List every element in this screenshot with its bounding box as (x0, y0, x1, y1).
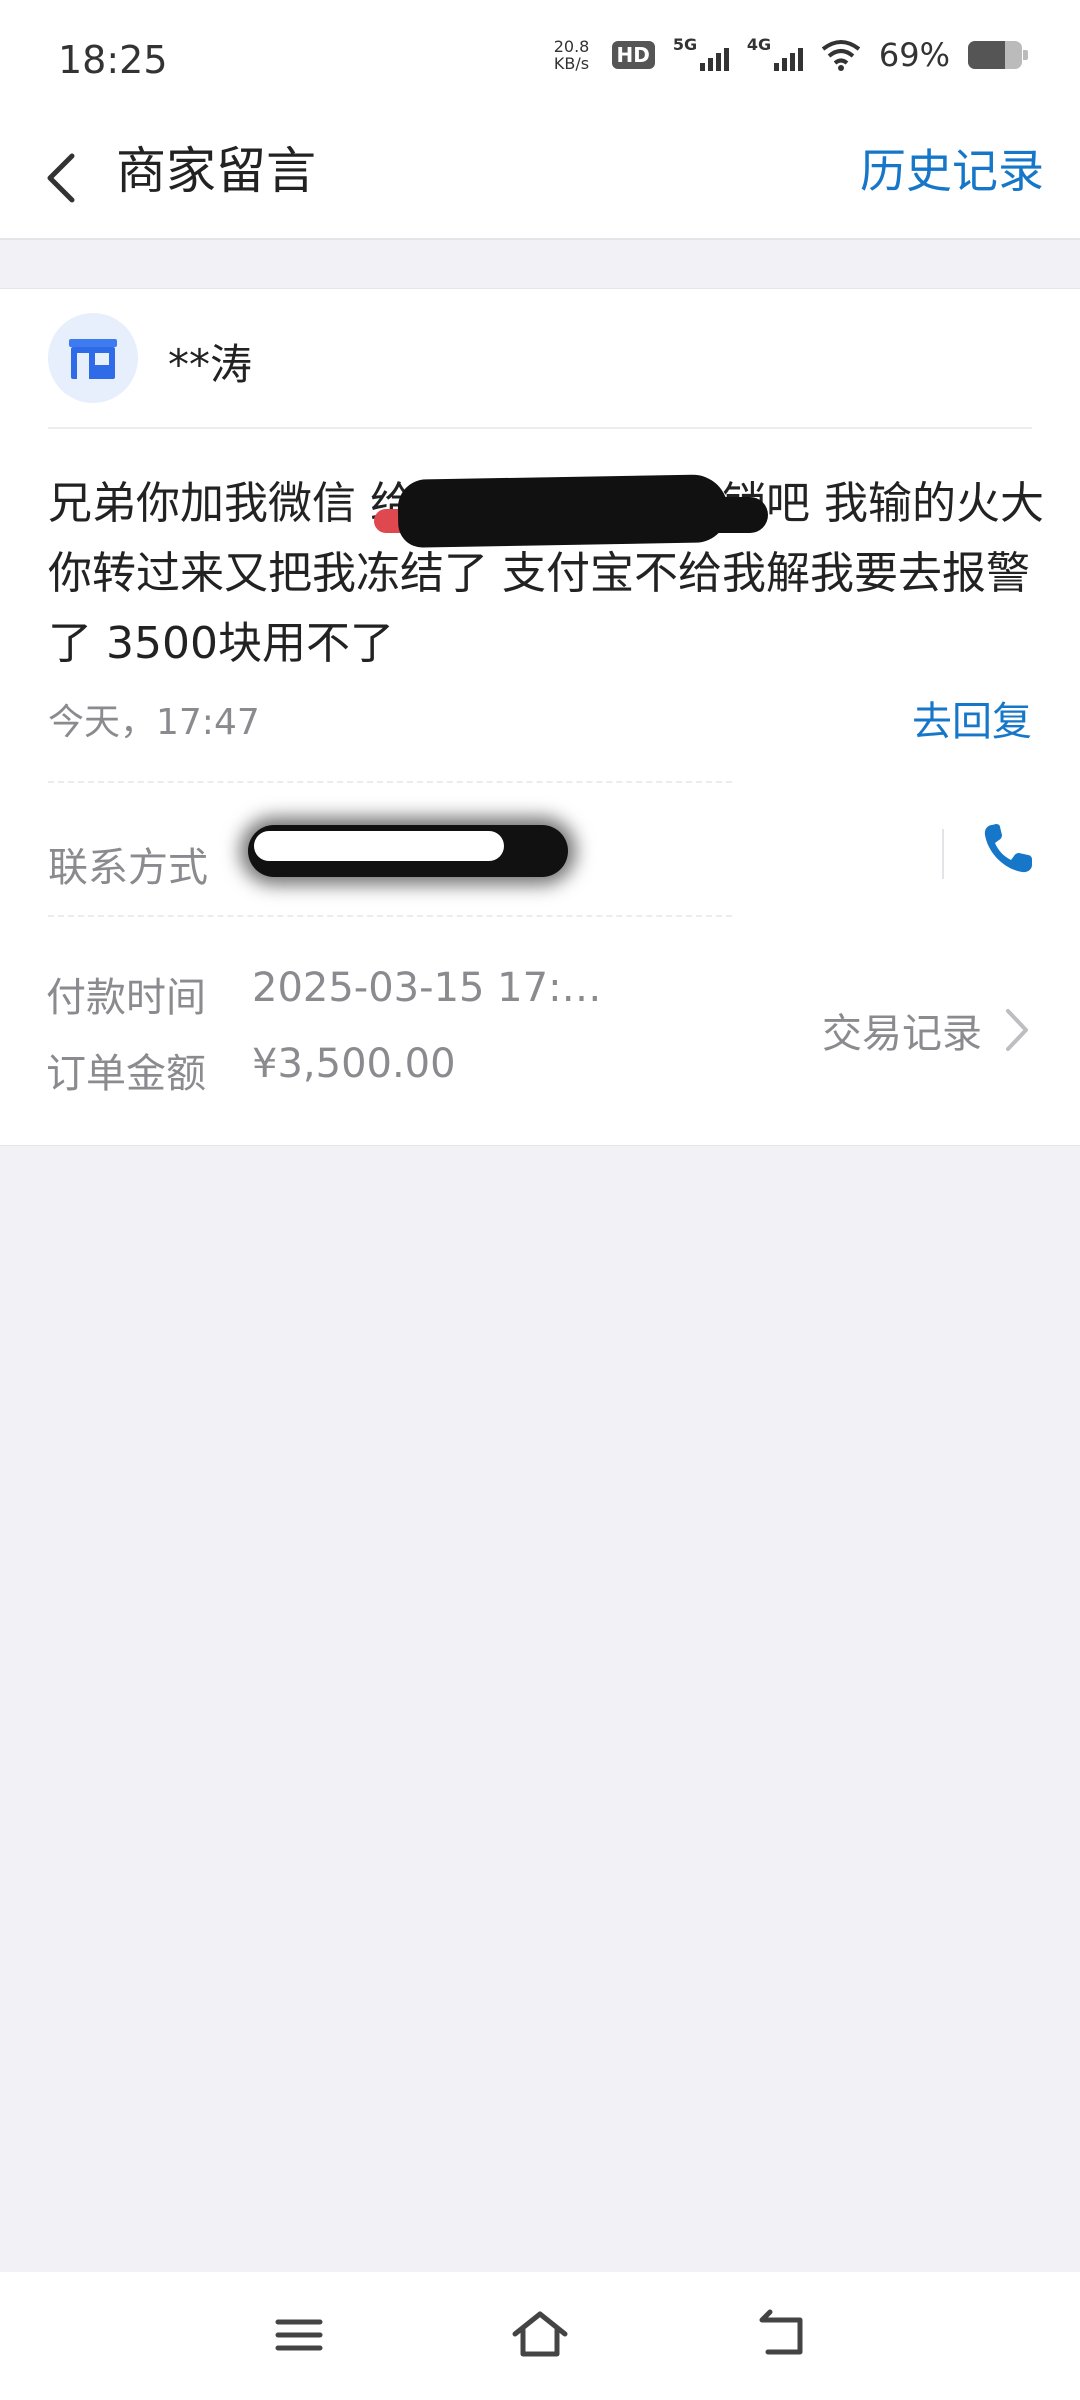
order-amount-label: 订单金额 (46, 1051, 206, 1097)
chevron-right-icon (1006, 1009, 1028, 1051)
battery-icon (968, 41, 1028, 69)
home-icon[interactable] (505, 2300, 575, 2370)
net-speed: 20.8 KB/s (553, 37, 590, 73)
menu-icon[interactable] (264, 2300, 334, 2370)
reply-button[interactable]: 去回复 (912, 689, 1032, 747)
back-icon[interactable] (746, 2300, 816, 2370)
transaction-records-link[interactable]: 交易记录 (822, 1001, 1032, 1059)
storefront-icon (69, 339, 117, 379)
merchant-name: **涛 (168, 340, 253, 389)
signal-5g-icon: 5G (673, 35, 729, 73)
status-bar: 18:25 20.8 KB/s HD 5G 4G 69% (0, 0, 1080, 120)
contact-label: 联系方式 (48, 845, 208, 891)
divider (942, 829, 944, 879)
page-title: 商家留言 (116, 142, 316, 200)
header: 商家留言 历史记录 (0, 120, 1080, 240)
avatar (48, 313, 138, 403)
message-text: 兄弟你加我微信 给你点好处帮我撤销吧 我输的火大 你转过来又把我冻结了 支付宝不… (48, 469, 1058, 679)
payment-time-value: 2025-03-15 17:… (252, 965, 602, 1011)
status-icons: 20.8 KB/s HD 5G 4G 69% (550, 35, 1028, 74)
signal-4g-icon: 4G (747, 35, 803, 73)
redaction-blackout (618, 497, 768, 533)
chevron-left-icon[interactable] (30, 138, 110, 218)
message-time: 今天，17:47 (48, 702, 260, 743)
wifi-icon (821, 39, 861, 71)
message-card: **涛 兄弟你加我微信 给你点好处帮我撤销吧 我输的火大 你转过来又把我冻结了 … (0, 288, 1080, 1146)
system-nav-bar (0, 2272, 1080, 2400)
divider (48, 427, 1032, 429)
payment-time-label: 付款时间 (46, 975, 206, 1021)
hd-icon: HD (611, 41, 655, 69)
order-amount-value: ¥3,500.00 (252, 1041, 456, 1087)
divider (48, 915, 732, 917)
status-time: 18:25 (58, 38, 168, 82)
battery-percent: 69% (878, 36, 950, 74)
phone-icon[interactable] (978, 819, 1038, 879)
history-link[interactable]: 历史记录 (860, 138, 1044, 204)
divider (48, 781, 732, 783)
redacted-contact (248, 825, 568, 877)
